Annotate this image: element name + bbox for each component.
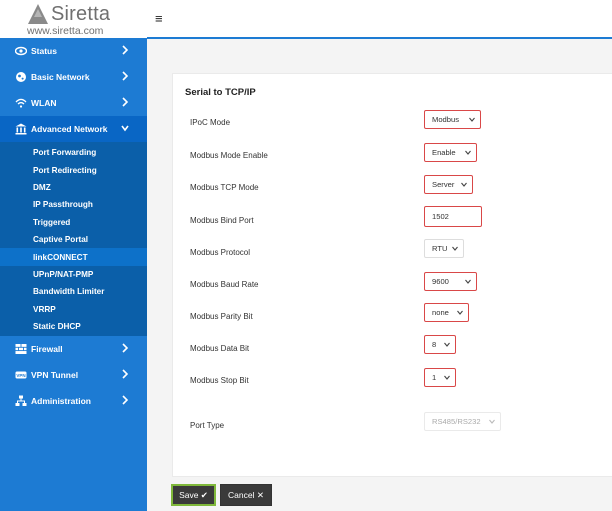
nav-label: Status	[31, 46, 57, 56]
cancel-button[interactable]: Cancel ✕	[220, 484, 272, 506]
nav-item-status[interactable]: Status	[0, 38, 147, 64]
sidebar-item-captive-portal[interactable]: Captive Portal	[0, 231, 147, 248]
chevron-down-icon	[452, 246, 458, 251]
chevron-right-icon	[122, 45, 129, 55]
port-type-select: RS485/RS232	[424, 412, 501, 431]
sidebar-item-ip-passthrough[interactable]: IP Passthrough	[0, 196, 147, 213]
field-label: Modbus Mode Enable	[190, 151, 268, 160]
serial-to-tcpip-card: Serial to TCP/IP IPoC Mode Modbus Modbus…	[172, 73, 612, 477]
select-value: 8	[432, 340, 437, 349]
field-label: Modbus Bind Port	[190, 216, 254, 225]
modbus-parity-bit-select[interactable]: none	[424, 303, 469, 322]
input-value: 1502	[432, 212, 449, 221]
modbus-stop-bit-select[interactable]: 1	[424, 368, 456, 387]
select-value: Server	[432, 180, 455, 189]
nav-label: Advanced Network	[31, 124, 108, 134]
globe-icon	[16, 72, 26, 82]
siretta-logo-icon	[28, 4, 48, 24]
chevron-down-icon	[465, 150, 471, 155]
chevron-down-icon	[489, 419, 495, 424]
logo-area: Siretta www.siretta.com	[0, 0, 147, 38]
sidebar-item-vrrp[interactable]: VRRP	[0, 301, 147, 318]
main-nav: Status Basic Network WLAN Advanced Netwo…	[0, 38, 147, 414]
chevron-right-icon	[122, 97, 129, 107]
top-bar: ≡	[147, 0, 612, 39]
field-label: Modbus Stop Bit	[190, 376, 249, 385]
sidebar-item-linkconnect[interactable]: linkCONNECT	[0, 248, 147, 266]
select-value: Enable	[432, 148, 456, 157]
sitemap-icon	[15, 395, 27, 407]
sidebar: Siretta www.siretta.com Status Basic Net…	[0, 0, 147, 511]
firewall-icon	[15, 344, 27, 355]
field-label: Modbus Protocol	[190, 248, 251, 257]
sidebar-item-triggered[interactable]: Triggered	[0, 214, 147, 231]
chevron-right-icon	[122, 71, 129, 81]
nav-item-basic-network[interactable]: Basic Network	[0, 64, 147, 90]
nav-label: WLAN	[31, 98, 57, 108]
select-value: RS485/RS232	[432, 417, 481, 426]
chevron-right-icon	[122, 395, 129, 405]
chevron-right-icon	[122, 343, 129, 353]
wifi-icon	[15, 98, 27, 108]
chevron-down-icon	[461, 182, 467, 187]
field-label: Modbus TCP Mode	[190, 183, 259, 192]
nav-item-administration[interactable]: Administration	[0, 388, 147, 414]
chevron-down-icon	[444, 342, 450, 347]
chevron-down-icon	[121, 125, 129, 132]
section-title: Serial to TCP/IP	[185, 87, 256, 98]
nav-item-advanced-network[interactable]: Advanced Network	[0, 116, 147, 142]
modbus-protocol-select[interactable]: RTU	[424, 239, 464, 258]
nav-item-vpn-tunnel[interactable]: VPN VPN Tunnel	[0, 362, 147, 388]
chevron-down-icon	[469, 117, 475, 122]
brand-name: Siretta	[51, 3, 111, 25]
menu-icon[interactable]: ≡	[155, 11, 163, 26]
chevron-down-icon	[444, 375, 450, 380]
modbus-bind-port-input[interactable]: 1502	[424, 206, 482, 227]
select-value: 9600	[432, 277, 449, 286]
field-label: IPoC Mode	[190, 118, 231, 127]
svg-text:VPN: VPN	[16, 373, 25, 378]
modbus-mode-enable-select[interactable]: Enable	[424, 143, 477, 162]
select-value: RTU	[432, 244, 448, 253]
chevron-right-icon	[122, 369, 129, 379]
chevron-down-icon	[465, 279, 471, 284]
select-value: Modbus	[432, 115, 460, 124]
ipoc-mode-select[interactable]: Modbus	[424, 110, 481, 129]
field-label: Port Type	[190, 421, 225, 430]
sidebar-item-port-redirecting[interactable]: Port Redirecting	[0, 161, 147, 178]
modbus-baud-rate-select[interactable]: 9600	[424, 272, 477, 291]
brand-url: www.siretta.com	[27, 25, 104, 37]
sidebar-item-static-dhcp[interactable]: Static DHCP	[0, 318, 147, 335]
nav-label: Basic Network	[31, 72, 90, 82]
field-label: Modbus Parity Bit	[190, 312, 253, 321]
sidebar-item-bandwidth-limiter[interactable]: Bandwidth Limiter	[0, 283, 147, 300]
sidebar-item-port-forwarding[interactable]: Port Forwarding	[0, 144, 147, 161]
nav-label: Firewall	[31, 344, 63, 355]
modbus-data-bit-select[interactable]: 8	[424, 335, 456, 354]
select-value: 1	[432, 373, 437, 382]
eye-icon	[15, 46, 27, 56]
sidebar-item-dmz[interactable]: DMZ	[0, 179, 147, 196]
field-label: Modbus Baud Rate	[190, 280, 259, 289]
field-label: Modbus Data Bit	[190, 344, 250, 353]
main-content: Serial to TCP/IP IPoC Mode Modbus Modbus…	[147, 39, 612, 511]
bank-icon	[15, 123, 27, 135]
nav-item-firewall[interactable]: Firewall	[0, 336, 147, 362]
select-value: none	[432, 308, 449, 317]
sidebar-item-upnp[interactable]: UPnP/NAT-PMP	[0, 266, 147, 283]
chevron-down-icon	[457, 310, 463, 315]
vpn-icon: VPN	[15, 371, 27, 379]
nav-item-wlan[interactable]: WLAN	[0, 90, 147, 116]
save-button[interactable]: Save ✔	[171, 484, 216, 506]
advanced-network-submenu: Port Forwarding Port Redirecting DMZ IP …	[0, 142, 147, 337]
nav-label: VPN Tunnel	[31, 370, 79, 381]
modbus-tcp-mode-select[interactable]: Server	[424, 175, 473, 194]
nav-label: Administration	[31, 396, 91, 407]
